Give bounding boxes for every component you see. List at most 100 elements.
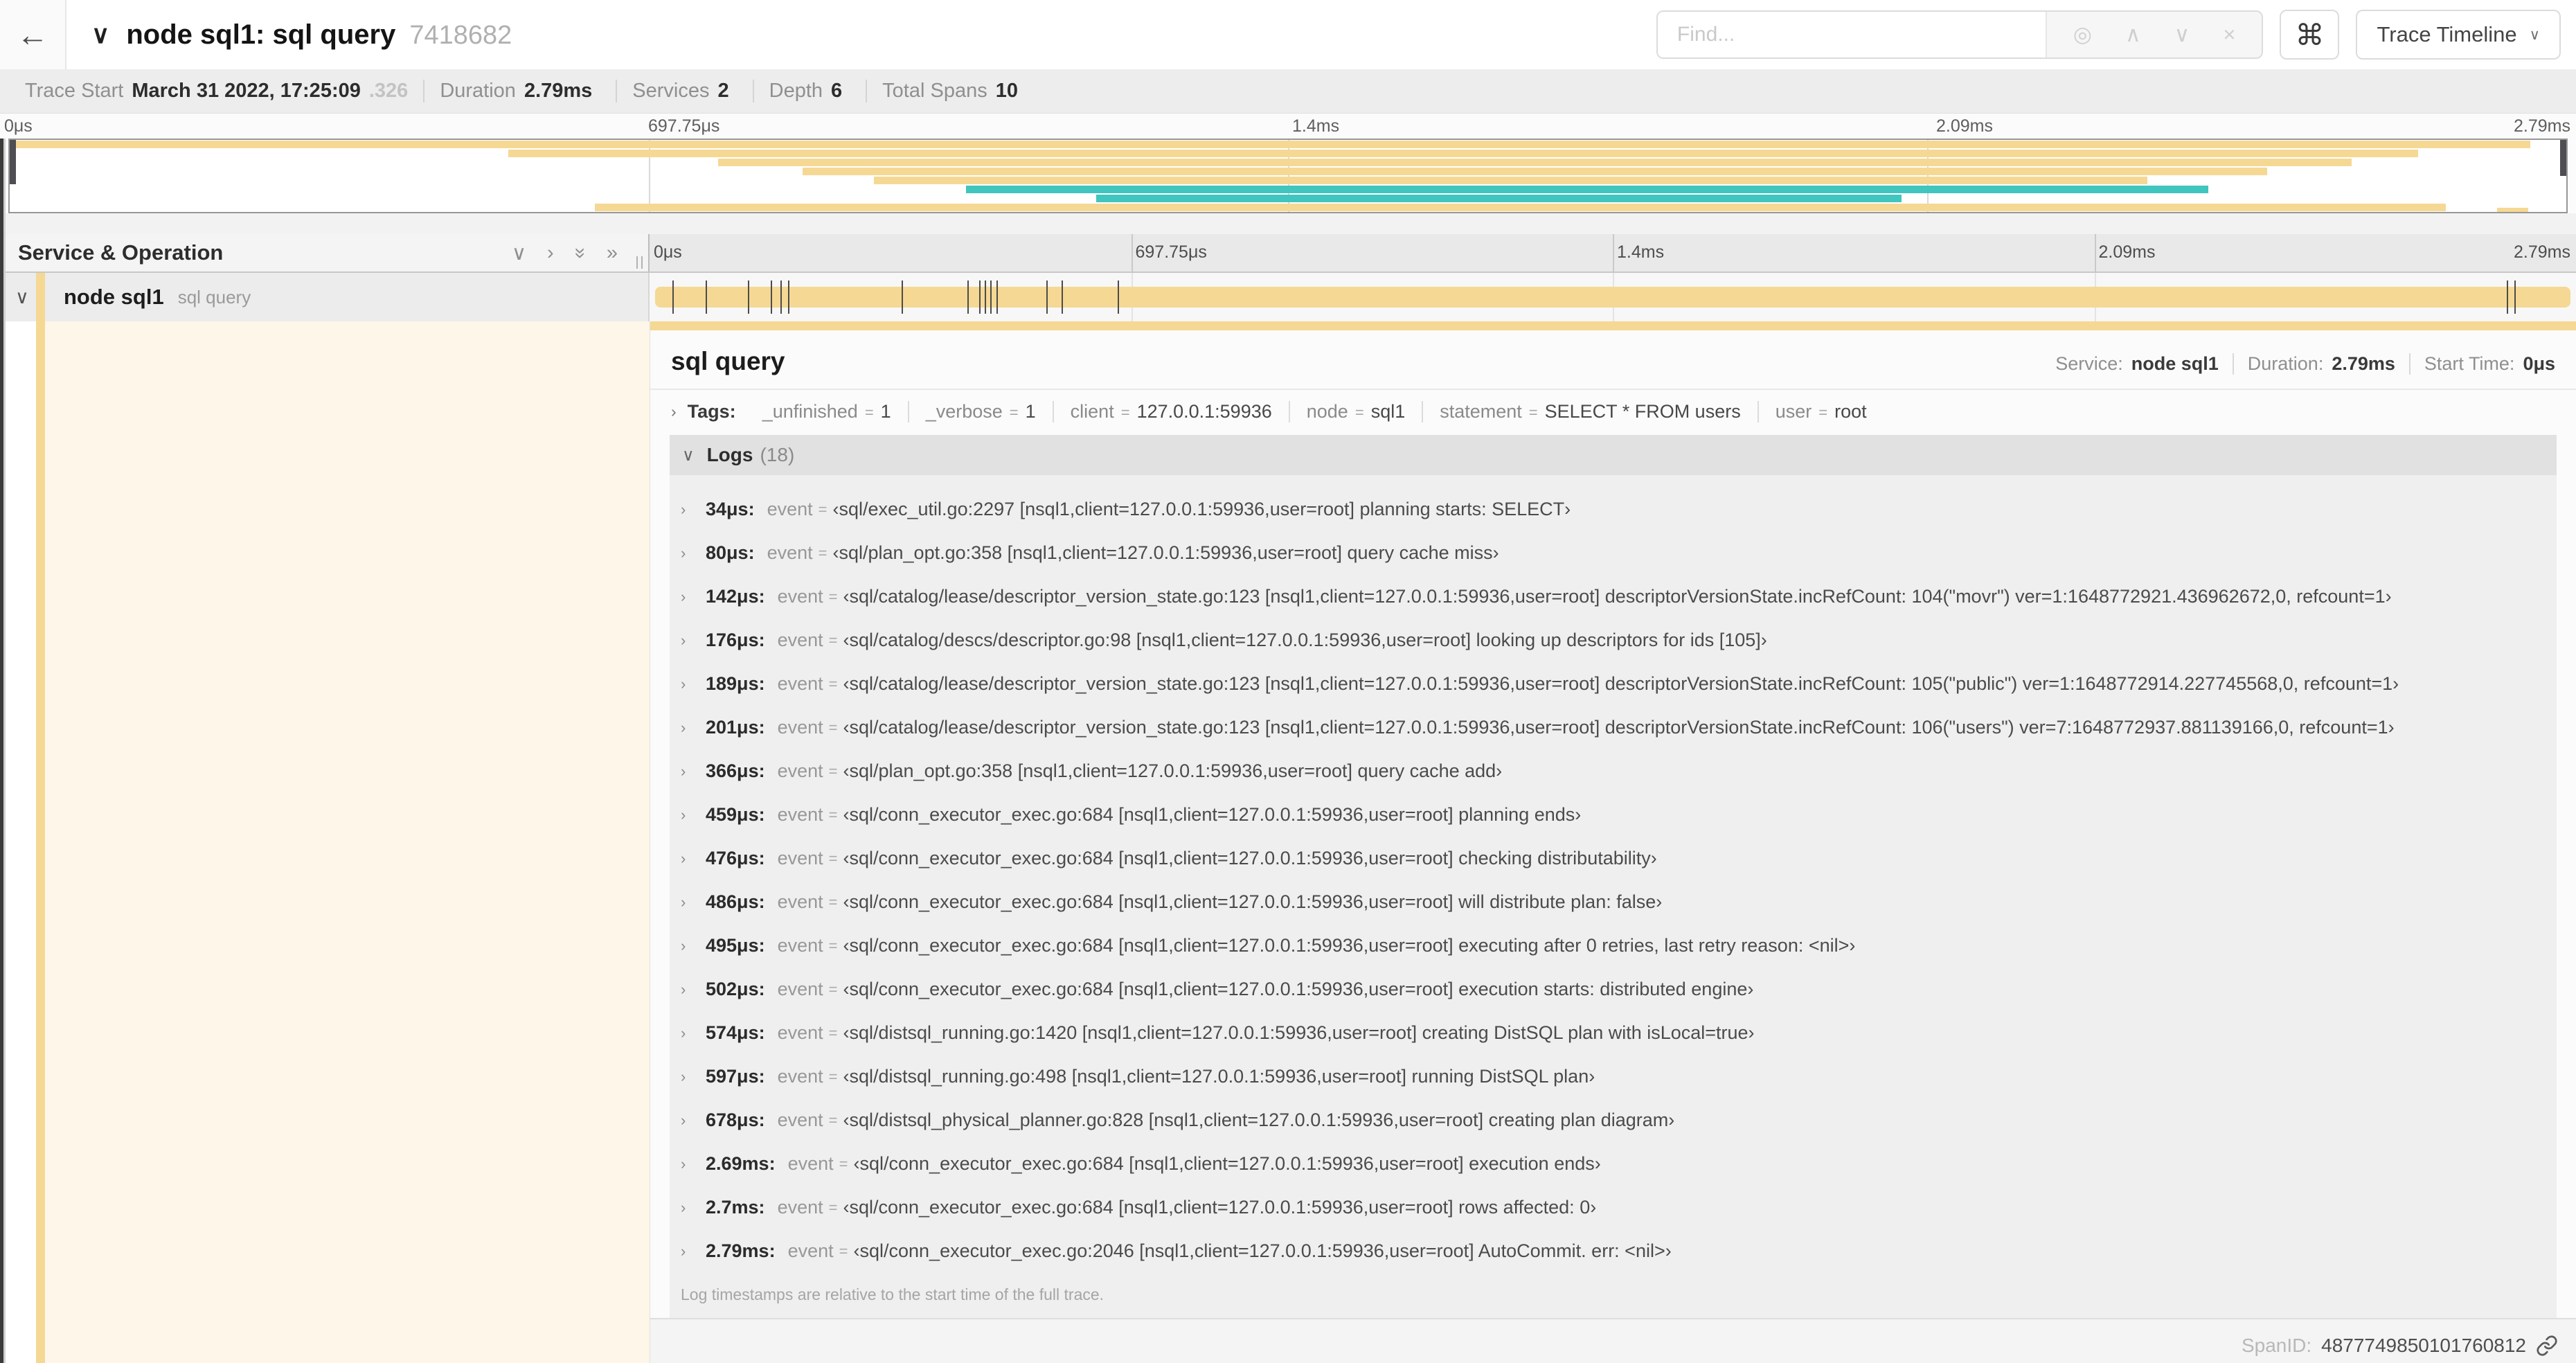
- log-key: event: [777, 935, 823, 956]
- log-key: event: [777, 673, 823, 694]
- equals-sign: =: [828, 587, 838, 605]
- expand-log-icon[interactable]: ›: [681, 719, 706, 737]
- expand-log-icon[interactable]: ›: [681, 1112, 706, 1130]
- log-row[interactable]: › 142μs: event = ‹sql/catalog/lease/desc…: [670, 575, 2557, 618]
- minimap-canvas[interactable]: [8, 139, 2568, 213]
- log-message: ‹sql/catalog/lease/descriptor_version_st…: [843, 586, 2392, 607]
- tag-value: 1: [1025, 401, 1036, 422]
- log-row[interactable]: › 574μs: event = ‹sql/distsql_running.go…: [670, 1011, 2557, 1055]
- expand-log-icon[interactable]: ›: [681, 501, 706, 519]
- expand-log-icon[interactable]: ›: [681, 588, 706, 606]
- timeline-collapse-controls: ∨ › » »: [512, 241, 648, 265]
- log-row[interactable]: › 34μs: event = ‹sql/exec_util.go:2297 […: [670, 488, 2557, 531]
- timeline-ruler: 0μs 697.75μs 1.4ms 2.09ms 2.79ms: [650, 234, 2576, 271]
- expand-log-icon[interactable]: ›: [681, 544, 706, 562]
- service-operation-header: Service & Operation ∨ › » »: [0, 234, 650, 271]
- expand-log-icon[interactable]: ›: [681, 806, 706, 824]
- log-row[interactable]: › 459μs: event = ‹sql/conn_executor_exec…: [670, 793, 2557, 837]
- next-result-icon[interactable]: ∨: [2174, 22, 2190, 47]
- minimap-scrubber-left[interactable]: [10, 140, 16, 184]
- expand-log-icon[interactable]: ›: [681, 675, 706, 693]
- minimap-span-bar: [595, 204, 2447, 211]
- logs-header[interactable]: ∨ Logs (18): [670, 435, 2557, 475]
- expand-log-icon[interactable]: ›: [681, 850, 706, 868]
- keyboard-shortcuts-button[interactable]: ⌘: [2280, 10, 2340, 60]
- minimap-tick-label: 697.75μs: [648, 116, 720, 136]
- expand-log-icon[interactable]: ›: [681, 1155, 706, 1173]
- trace-info-item: Duration 2.79ms: [424, 80, 618, 103]
- log-row[interactable]: › 678μs: event = ‹sql/distsql_physical_p…: [670, 1098, 2557, 1142]
- log-row[interactable]: › 486μs: event = ‹sql/conn_executor_exec…: [670, 880, 2557, 924]
- expand-log-icon[interactable]: ›: [681, 1024, 706, 1042]
- deep-link-icon[interactable]: [2536, 1335, 2558, 1357]
- log-timestamp: 495μs:: [706, 935, 765, 956]
- expand-log-icon[interactable]: ›: [681, 1068, 706, 1086]
- prev-result-icon[interactable]: ∧: [2125, 22, 2141, 47]
- top-bar-actions: ◎ ∧ ∨ × ⌘ Trace Timeline ∨: [1656, 10, 2576, 60]
- back-button[interactable]: ←: [0, 0, 66, 69]
- minimap-tick-label: 2.09ms: [1936, 116, 1993, 136]
- log-row[interactable]: › 366μs: event = ‹sql/plan_opt.go:358 [n…: [670, 749, 2557, 793]
- span-detail-duration-strip: [650, 321, 2576, 330]
- log-message: ‹sql/catalog/lease/descriptor_version_st…: [843, 717, 2395, 738]
- tag-key: _verbose: [925, 401, 1003, 422]
- log-timestamp: 502μs:: [706, 979, 765, 999]
- log-timestamp: 189μs:: [706, 673, 765, 694]
- log-event-mark: [996, 280, 998, 314]
- minimap-scrubber-right[interactable]: [2560, 140, 2566, 176]
- equals-sign: =: [828, 1067, 838, 1085]
- log-row[interactable]: › 476μs: event = ‹sql/conn_executor_exec…: [670, 837, 2557, 880]
- equals-sign: =: [828, 718, 838, 736]
- expand-one-icon[interactable]: ›: [547, 242, 554, 265]
- log-row[interactable]: › 597μs: event = ‹sql/distsql_running.go…: [670, 1055, 2557, 1098]
- collapse-logs-icon[interactable]: ∨: [682, 445, 695, 465]
- equals-sign: =: [864, 404, 874, 421]
- log-row[interactable]: › 502μs: event = ‹sql/conn_executor_exec…: [670, 968, 2557, 1011]
- expand-log-icon[interactable]: ›: [681, 763, 706, 781]
- trace-view-selector[interactable]: Trace Timeline ∨: [2356, 10, 2561, 60]
- span-duration-bar[interactable]: [655, 287, 2570, 308]
- equals-sign: =: [828, 1198, 838, 1216]
- info-label: Trace Start: [25, 80, 124, 102]
- log-row[interactable]: › 2.79ms: event = ‹sql/conn_executor_exe…: [670, 1229, 2557, 1273]
- log-timestamp: 2.79ms:: [706, 1240, 776, 1261]
- ruler-tick-label: 1.4ms: [1617, 242, 1665, 262]
- expand-all-icon[interactable]: »: [607, 242, 618, 265]
- expand-log-icon[interactable]: ›: [681, 1199, 706, 1217]
- ruler-tick-label: 0μs: [654, 242, 682, 262]
- minimap-span-bar: [508, 150, 2418, 157]
- collapse-trace-icon[interactable]: ∨: [91, 20, 109, 49]
- log-row[interactable]: › 2.69ms: event = ‹sql/conn_executor_exe…: [670, 1142, 2557, 1186]
- column-resizer-grip[interactable]: [636, 256, 643, 269]
- log-key: event: [777, 804, 823, 825]
- expand-log-icon[interactable]: ›: [681, 1242, 706, 1260]
- log-row[interactable]: › 80μs: event = ‹sql/plan_opt.go:358 [ns…: [670, 531, 2557, 575]
- clear-search-icon[interactable]: ×: [2223, 22, 2235, 47]
- collapse-one-icon[interactable]: ∨: [512, 241, 526, 265]
- expand-log-icon[interactable]: ›: [681, 981, 706, 999]
- log-row[interactable]: › 176μs: event = ‹sql/catalog/descs/desc…: [670, 618, 2557, 662]
- log-row[interactable]: › 201μs: event = ‹sql/catalog/lease/desc…: [670, 706, 2557, 749]
- equals-sign: =: [828, 1111, 838, 1129]
- log-row[interactable]: › 2.7ms: event = ‹sql/conn_executor_exec…: [670, 1186, 2557, 1229]
- expand-log-icon[interactable]: ›: [681, 632, 706, 650]
- tags-label[interactable]: Tags:: [688, 401, 736, 422]
- meta-label: Service:: [2055, 353, 2123, 374]
- expand-tags-icon[interactable]: ›: [671, 402, 677, 421]
- tag-value: SELECT * FROM users: [1544, 401, 1741, 422]
- log-row[interactable]: › 495μs: event = ‹sql/conn_executor_exec…: [670, 924, 2557, 968]
- log-timestamp: 486μs:: [706, 891, 765, 912]
- expand-log-icon[interactable]: ›: [681, 893, 706, 911]
- ruler-gridline: [2094, 234, 2096, 271]
- span-row-name-cell[interactable]: ∨ node sql1 sql query: [0, 273, 650, 321]
- log-row[interactable]: › 189μs: event = ‹sql/catalog/lease/desc…: [670, 662, 2557, 706]
- trace-title-text: node sql1: sql query: [126, 19, 396, 50]
- equals-sign: =: [828, 675, 838, 693]
- log-event-mark: [967, 280, 969, 314]
- expand-log-icon[interactable]: ›: [681, 937, 706, 955]
- focus-match-icon[interactable]: ◎: [2073, 22, 2092, 47]
- find-input[interactable]: [1657, 12, 2046, 57]
- log-message: ‹sql/catalog/descs/descriptor.go:98 [nsq…: [843, 630, 1767, 650]
- tag-key: _unfinished: [762, 401, 858, 422]
- collapse-all-icon[interactable]: »: [569, 247, 591, 258]
